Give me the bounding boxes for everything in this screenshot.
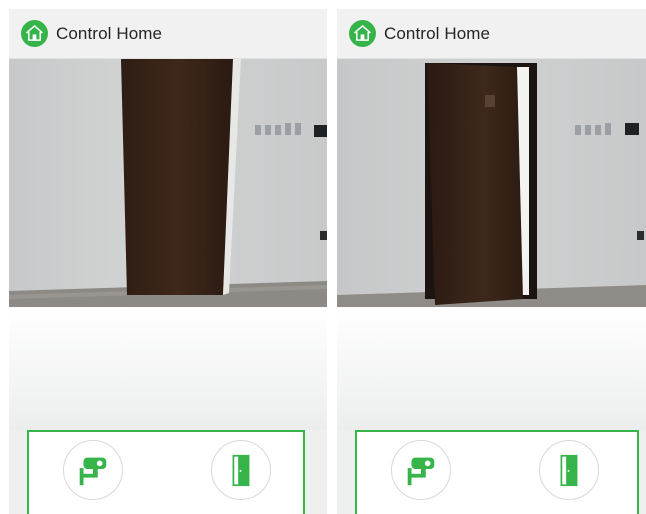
camera-feed: [337, 59, 646, 307]
app-bar: Control Home: [337, 9, 646, 59]
camera-button[interactable]: [391, 440, 451, 500]
content-area: [337, 307, 646, 430]
control-panel: [27, 430, 305, 514]
camera-button[interactable]: [63, 440, 123, 500]
app-bar: Control Home: [9, 9, 327, 59]
app-title: Control Home: [56, 23, 163, 43]
camera-feed: [9, 59, 327, 307]
home-logo-icon: [21, 20, 48, 47]
cctv-camera-icon: [407, 457, 435, 486]
door-button[interactable]: [539, 440, 599, 500]
door-icon: [560, 454, 578, 487]
control-panel: [355, 430, 639, 514]
phone-screen-right: Control Home: [337, 9, 646, 514]
content-area: [9, 307, 327, 430]
cctv-camera-icon: [79, 457, 107, 486]
door-icon: [232, 454, 250, 487]
door-button[interactable]: [211, 440, 271, 500]
phone-screen-left: Control Home: [9, 9, 327, 514]
home-logo-icon: [349, 20, 376, 47]
app-title: Control Home: [384, 23, 491, 43]
